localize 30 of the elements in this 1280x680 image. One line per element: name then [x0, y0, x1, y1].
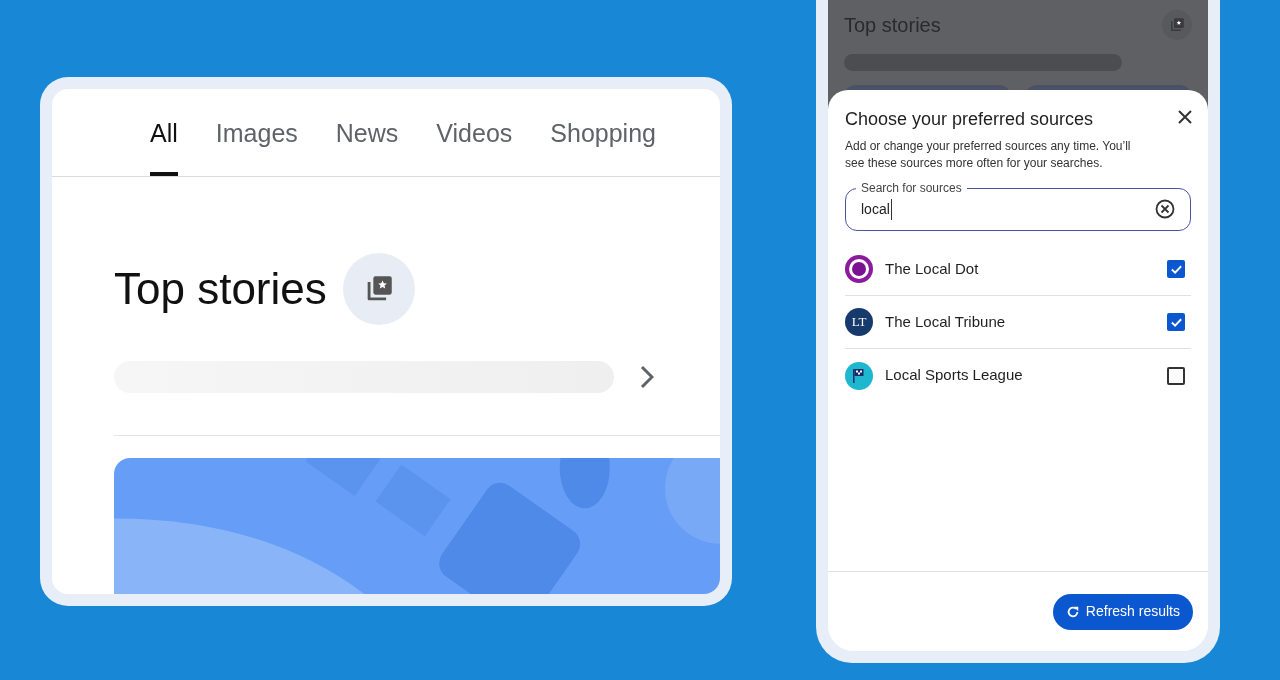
source-name: The Local Tribune — [885, 311, 1006, 332]
checkbox[interactable] — [1167, 260, 1185, 278]
dialog-title: Choose your preferred sources — [845, 108, 1094, 131]
close-button[interactable] — [1177, 109, 1193, 125]
dialog-description: Add or change your preferred sources any time. You’ll see these sources more often for your searches. — [844, 138, 1132, 172]
source-name: Local Sports League — [885, 365, 1023, 386]
clear-icon[interactable] — [1155, 199, 1175, 219]
refresh-results-button[interactable]: Refresh results — [1052, 593, 1193, 630]
checkbox[interactable] — [1167, 313, 1185, 331]
close-icon — [1177, 109, 1193, 125]
source-row[interactable]: Local Sports League — [845, 349, 1191, 402]
flag-logo-icon — [845, 361, 873, 390]
source-name: The Local Dot — [885, 258, 979, 279]
ring-logo-icon — [845, 255, 873, 283]
stacked-cards-icon — [1168, 16, 1186, 34]
source-row[interactable]: The Local Dot — [845, 243, 1191, 296]
search-tab[interactable]: News — [335, 114, 399, 176]
field-value: local — [861, 198, 892, 220]
search-tab[interactable]: Shopping — [550, 114, 656, 176]
search-tab[interactable]: All — [150, 114, 178, 176]
refresh-icon — [1065, 604, 1080, 619]
section-heading: Top stories — [114, 267, 327, 311]
field-label: Search for sources — [860, 180, 963, 196]
search-tab[interactable]: Videos — [436, 114, 513, 176]
search-tab[interactable]: Images — [215, 114, 298, 176]
checkbox[interactable] — [1167, 366, 1185, 385]
search-field[interactable]: Search for sources local — [845, 180, 1191, 231]
chevron-right-icon[interactable] — [640, 365, 654, 389]
source-logo: LT — [845, 308, 873, 336]
source-row[interactable]: LT The Local Tribune — [845, 296, 1191, 349]
